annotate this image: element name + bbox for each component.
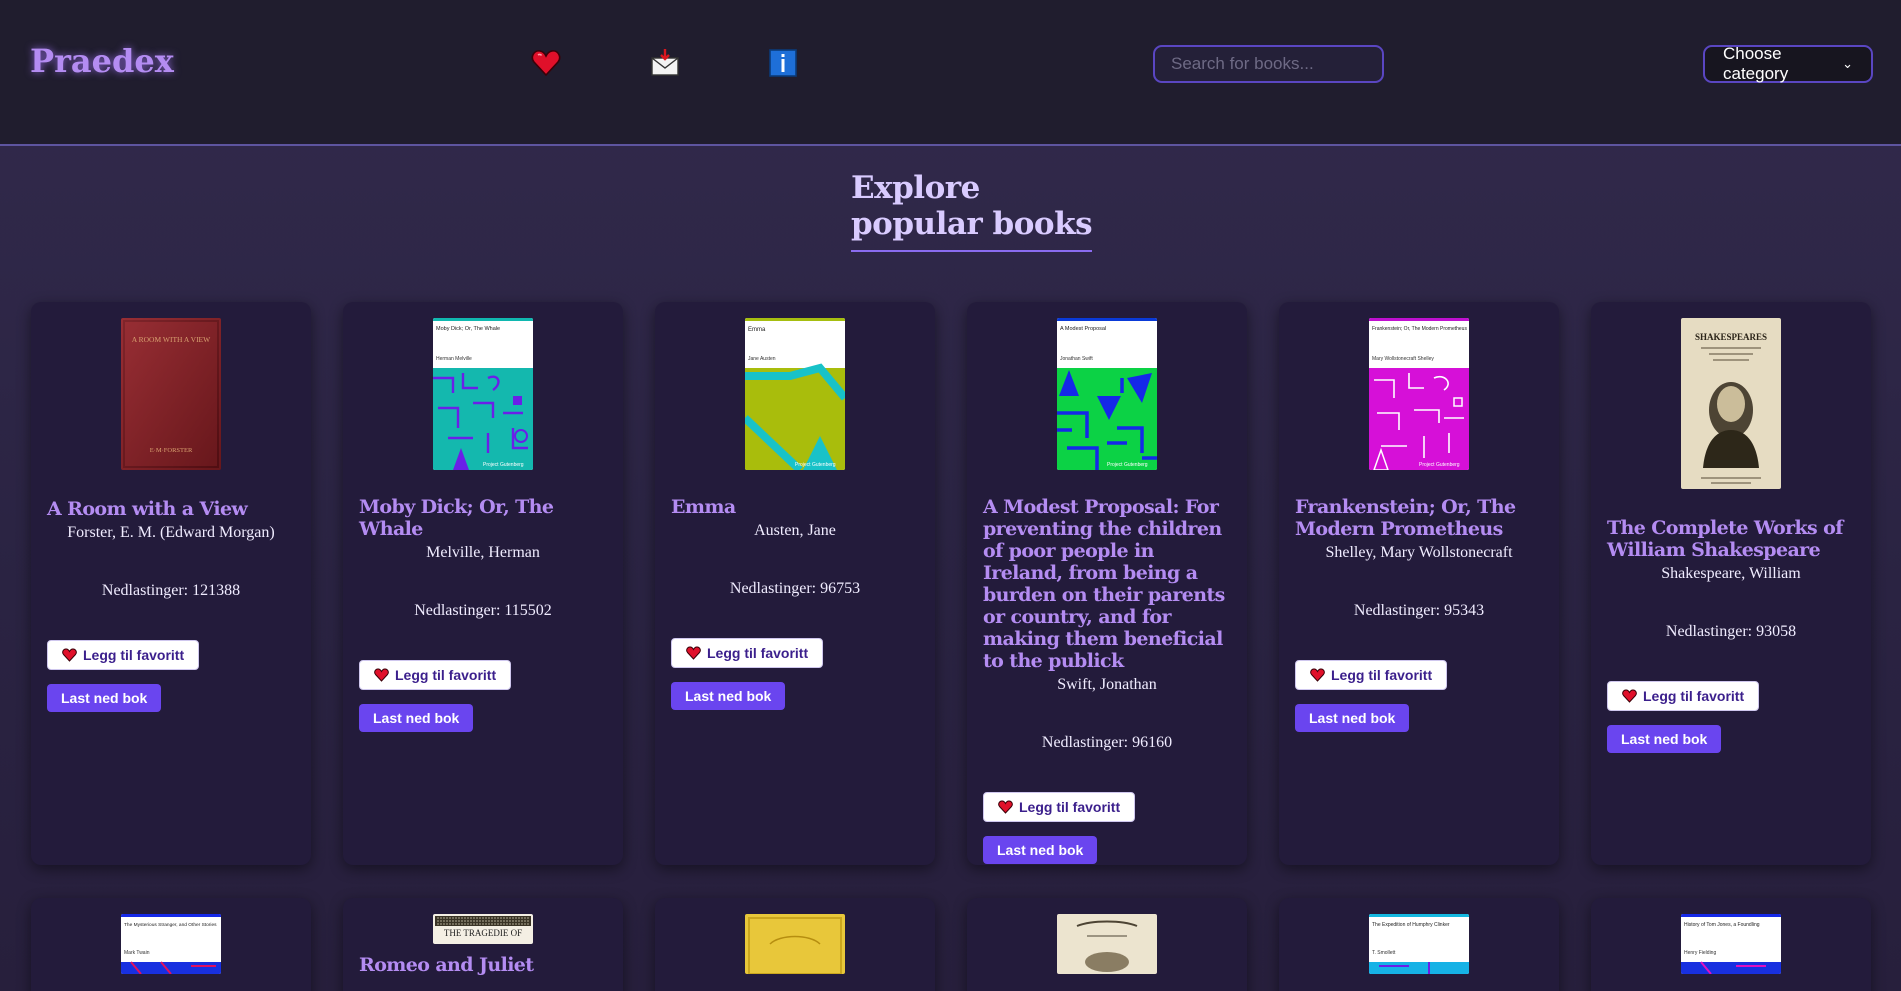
book-title[interactable]: A Room with a View — [47, 498, 295, 520]
book-title[interactable]: Romeo and Juliet — [359, 954, 607, 976]
book-card: A Modest Proposal Jonathan Swift Project… — [967, 302, 1247, 865]
book-author: Forster, E. M. (Edward Morgan) — [67, 524, 275, 541]
download-book-button[interactable]: Last ned bok — [1607, 725, 1722, 753]
cover-publisher-text: Project Gutenberg — [483, 462, 524, 468]
book-downloads: Nedlastinger: 121388 — [101, 582, 241, 599]
book-cover[interactable]: Frankenstein; Or, The Modern Prometheus … — [1369, 318, 1469, 470]
heart-icon — [1310, 668, 1325, 682]
book-cover[interactable]: Emma Jane Austen Project Gutenberg — [745, 318, 845, 470]
cover-author-text: Mark Twain — [124, 950, 150, 956]
book-author: Shelley, Mary Wollstonecraft — [1325, 544, 1513, 561]
add-favorite-button[interactable]: Legg til favoritt — [983, 792, 1136, 822]
cover-title-text: The Mysterious Stranger, and Other Stori… — [124, 922, 217, 928]
book-cover[interactable] — [1057, 914, 1157, 974]
book-card: Moby Dick; Or, The Whale Herman Melville… — [343, 302, 623, 865]
add-favorite-label: Legg til favoritt — [395, 667, 497, 683]
add-favorite-button[interactable]: Legg til favoritt — [1607, 681, 1760, 711]
cover-title-text: A ROOM WITH A VIEW — [132, 335, 211, 344]
cover-title-text: SHAKESPEARES — [1695, 332, 1767, 342]
book-card: A ROOM WITH A VIEW E·M·FORSTER A Room wi… — [31, 302, 311, 865]
add-favorite-label: Legg til favoritt — [1331, 667, 1433, 683]
book-card — [967, 898, 1247, 991]
book-title[interactable]: Frankenstein; Or, The Modern Prometheus — [1295, 496, 1543, 540]
book-title[interactable]: Moby Dick; Or, The Whale — [359, 496, 607, 540]
cover-title-text: Emma — [748, 327, 766, 333]
book-title[interactable]: Emma — [671, 496, 919, 518]
cover-title-text: Frankenstein; Or, The Modern Prometheus — [1372, 326, 1467, 332]
cover-publisher-text: Project Gutenberg — [795, 462, 836, 468]
cover-author-text: Jonathan Swift — [1060, 356, 1093, 362]
cover-author-text: Mary Wollstonecraft Shelley — [1372, 356, 1434, 362]
cover-author-text: Herman Melville — [436, 356, 472, 362]
book-downloads: Nedlastinger: 115502 — [414, 602, 552, 619]
book-downloads: Nedlastinger: 95343 — [1353, 602, 1485, 619]
book-cover[interactable] — [745, 914, 845, 974]
book-card: History of Tom Jones, a Foundling Henry … — [1591, 898, 1871, 991]
cover-publisher-text: Project Gutenberg — [1107, 462, 1148, 468]
book-grid: A ROOM WITH A VIEW E·M·FORSTER A Room wi… — [0, 0, 1901, 991]
add-favorite-label: Legg til favoritt — [1643, 688, 1745, 704]
book-cover[interactable]: A ROOM WITH A VIEW E·M·FORSTER — [121, 318, 221, 470]
cover-author-text: E·M·FORSTER — [150, 447, 193, 454]
book-author: Shakespeare, William — [1661, 565, 1801, 582]
book-author: Melville, Herman — [426, 544, 540, 561]
cover-author-text: Jane Austen — [748, 356, 776, 362]
cover-title-text: The Expedition of Humphry Clinker — [1372, 922, 1450, 928]
heart-icon — [62, 648, 77, 662]
download-book-button[interactable]: Last ned bok — [1295, 704, 1410, 732]
download-book-button[interactable]: Last ned bok — [359, 704, 474, 732]
book-card: THE TRAGEDIE OF Romeo and Juliet — [343, 898, 623, 991]
book-cover[interactable]: THE TRAGEDIE OF — [433, 914, 533, 944]
book-card: Frankenstein; Or, The Modern Prometheus … — [1279, 302, 1559, 865]
book-card: The Expedition of Humphry Clinker T. Smo… — [1279, 898, 1559, 991]
download-book-button[interactable]: Last ned bok — [983, 836, 1098, 864]
add-favorite-label: Legg til favoritt — [83, 647, 185, 663]
cover-title-text: History of Tom Jones, a Foundling — [1684, 922, 1760, 928]
cover-title-text: A Modest Proposal — [1060, 326, 1106, 332]
book-card: The Mysterious Stranger, and Other Stori… — [31, 898, 311, 991]
cover-title-text: THE TRAGEDIE OF — [444, 928, 522, 938]
cover-title-text: Moby Dick; Or, The Whale — [436, 326, 500, 332]
heart-icon — [998, 800, 1013, 814]
heart-icon — [1622, 689, 1637, 703]
heart-icon — [374, 668, 389, 682]
cover-publisher-text: Project Gutenberg — [1419, 462, 1460, 468]
book-author: Swift, Jonathan — [1057, 676, 1157, 693]
book-downloads: Nedlastinger: 93058 — [1665, 623, 1797, 640]
heart-icon — [686, 646, 701, 660]
add-favorite-button[interactable]: Legg til favoritt — [359, 660, 512, 690]
book-card: SHAKESPEARES The Complete Works of Willi… — [1591, 302, 1871, 865]
download-book-button[interactable]: Last ned bok — [47, 684, 162, 712]
book-title[interactable]: A Modest Proposal: For preventing the ch… — [983, 496, 1231, 672]
book-downloads: Nedlastinger: 96160 — [1041, 734, 1173, 751]
book-author: Austen, Jane — [754, 522, 836, 539]
add-favorite-button[interactable]: Legg til favoritt — [671, 638, 824, 668]
book-cover[interactable]: History of Tom Jones, a Foundling Henry … — [1681, 914, 1781, 974]
book-cover[interactable]: A Modest Proposal Jonathan Swift Project… — [1057, 318, 1157, 470]
book-downloads: Nedlastinger: 96753 — [729, 580, 861, 597]
add-favorite-label: Legg til favoritt — [1019, 799, 1121, 815]
book-cover[interactable]: The Expedition of Humphry Clinker T. Smo… — [1369, 914, 1469, 974]
book-card: Emma Jane Austen Project Gutenberg Emma … — [655, 302, 935, 865]
cover-author-text: T. Smollett — [1372, 950, 1396, 956]
book-cover[interactable]: Moby Dick; Or, The Whale Herman Melville… — [433, 318, 533, 470]
add-favorite-label: Legg til favoritt — [707, 645, 809, 661]
add-favorite-button[interactable]: Legg til favoritt — [47, 640, 200, 670]
book-cover[interactable]: The Mysterious Stranger, and Other Stori… — [121, 914, 221, 974]
add-favorite-button[interactable]: Legg til favoritt — [1295, 660, 1448, 690]
download-book-button[interactable]: Last ned bok — [671, 682, 786, 710]
cover-author-text: Henry Fielding — [1684, 950, 1716, 956]
book-title[interactable]: The Complete Works of William Shakespear… — [1607, 517, 1855, 561]
book-cover[interactable]: SHAKESPEARES — [1681, 318, 1781, 489]
book-card — [655, 898, 935, 991]
